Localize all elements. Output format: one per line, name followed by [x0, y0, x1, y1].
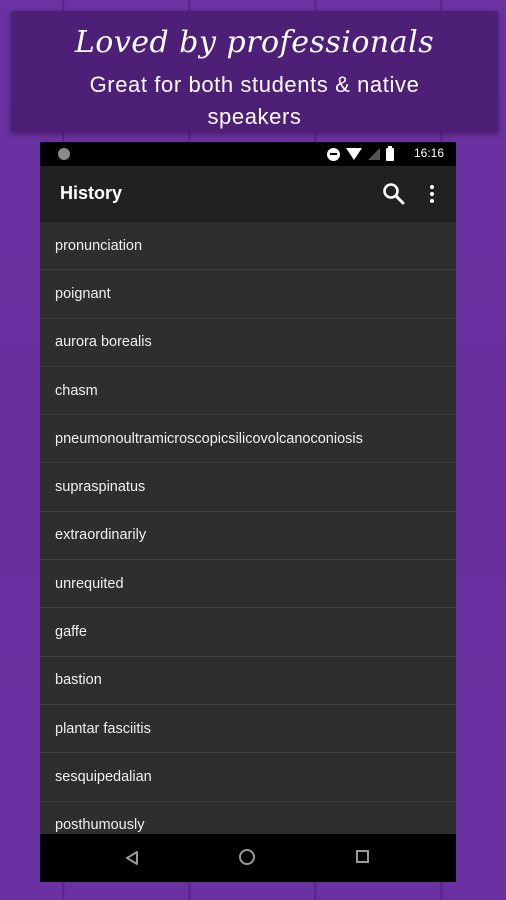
phone-screen: 16:16 History pronunciation poignant aur… — [40, 142, 456, 882]
status-bar: 16:16 — [40, 142, 456, 166]
history-item[interactable]: aurora borealis — [40, 319, 456, 367]
back-button[interactable] — [124, 850, 140, 866]
history-list: pronunciation poignant aurora borealis c… — [40, 222, 456, 850]
navigation-bar — [40, 834, 456, 882]
history-item[interactable]: extraordinarily — [40, 512, 456, 561]
home-icon[interactable] — [239, 849, 255, 865]
back-icon — [126, 851, 138, 865]
promo-banner: Loved by professionals Great for both st… — [11, 11, 498, 132]
overflow-menu-button[interactable] — [422, 180, 442, 208]
history-item[interactable]: pronunciation — [40, 222, 456, 271]
dnd-icon — [327, 147, 340, 161]
history-item[interactable]: gaffe — [40, 608, 456, 657]
history-item[interactable]: plantar fasciitis — [40, 705, 456, 754]
app-bar: History — [40, 166, 456, 222]
banner-title: Loved by professionals — [74, 25, 435, 60]
history-item[interactable]: poignant — [40, 270, 456, 319]
history-item[interactable]: sesquipedalian — [40, 753, 456, 802]
wifi-icon — [346, 148, 362, 160]
history-item[interactable]: supraspinatus — [40, 463, 456, 512]
recents-icon[interactable] — [356, 850, 369, 863]
history-item[interactable]: unrequited — [40, 560, 456, 609]
notification-dot-icon — [58, 148, 70, 160]
status-time: 16:16 — [413, 146, 444, 160]
status-icons — [327, 145, 394, 162]
history-item[interactable]: bastion — [40, 657, 456, 705]
overflow-menu-icon — [430, 185, 434, 203]
history-item[interactable]: pneumonoultramicroscopicsilicovolcanocon… — [40, 415, 456, 464]
battery-icon — [386, 145, 394, 161]
banner-subtitle: Great for both students & native speaker… — [89, 72, 420, 129]
history-item[interactable]: chasm — [40, 367, 456, 416]
search-button[interactable] — [380, 180, 408, 208]
page-title: History — [60, 183, 123, 203]
signal-icon — [368, 148, 380, 160]
search-icon — [383, 183, 405, 205]
